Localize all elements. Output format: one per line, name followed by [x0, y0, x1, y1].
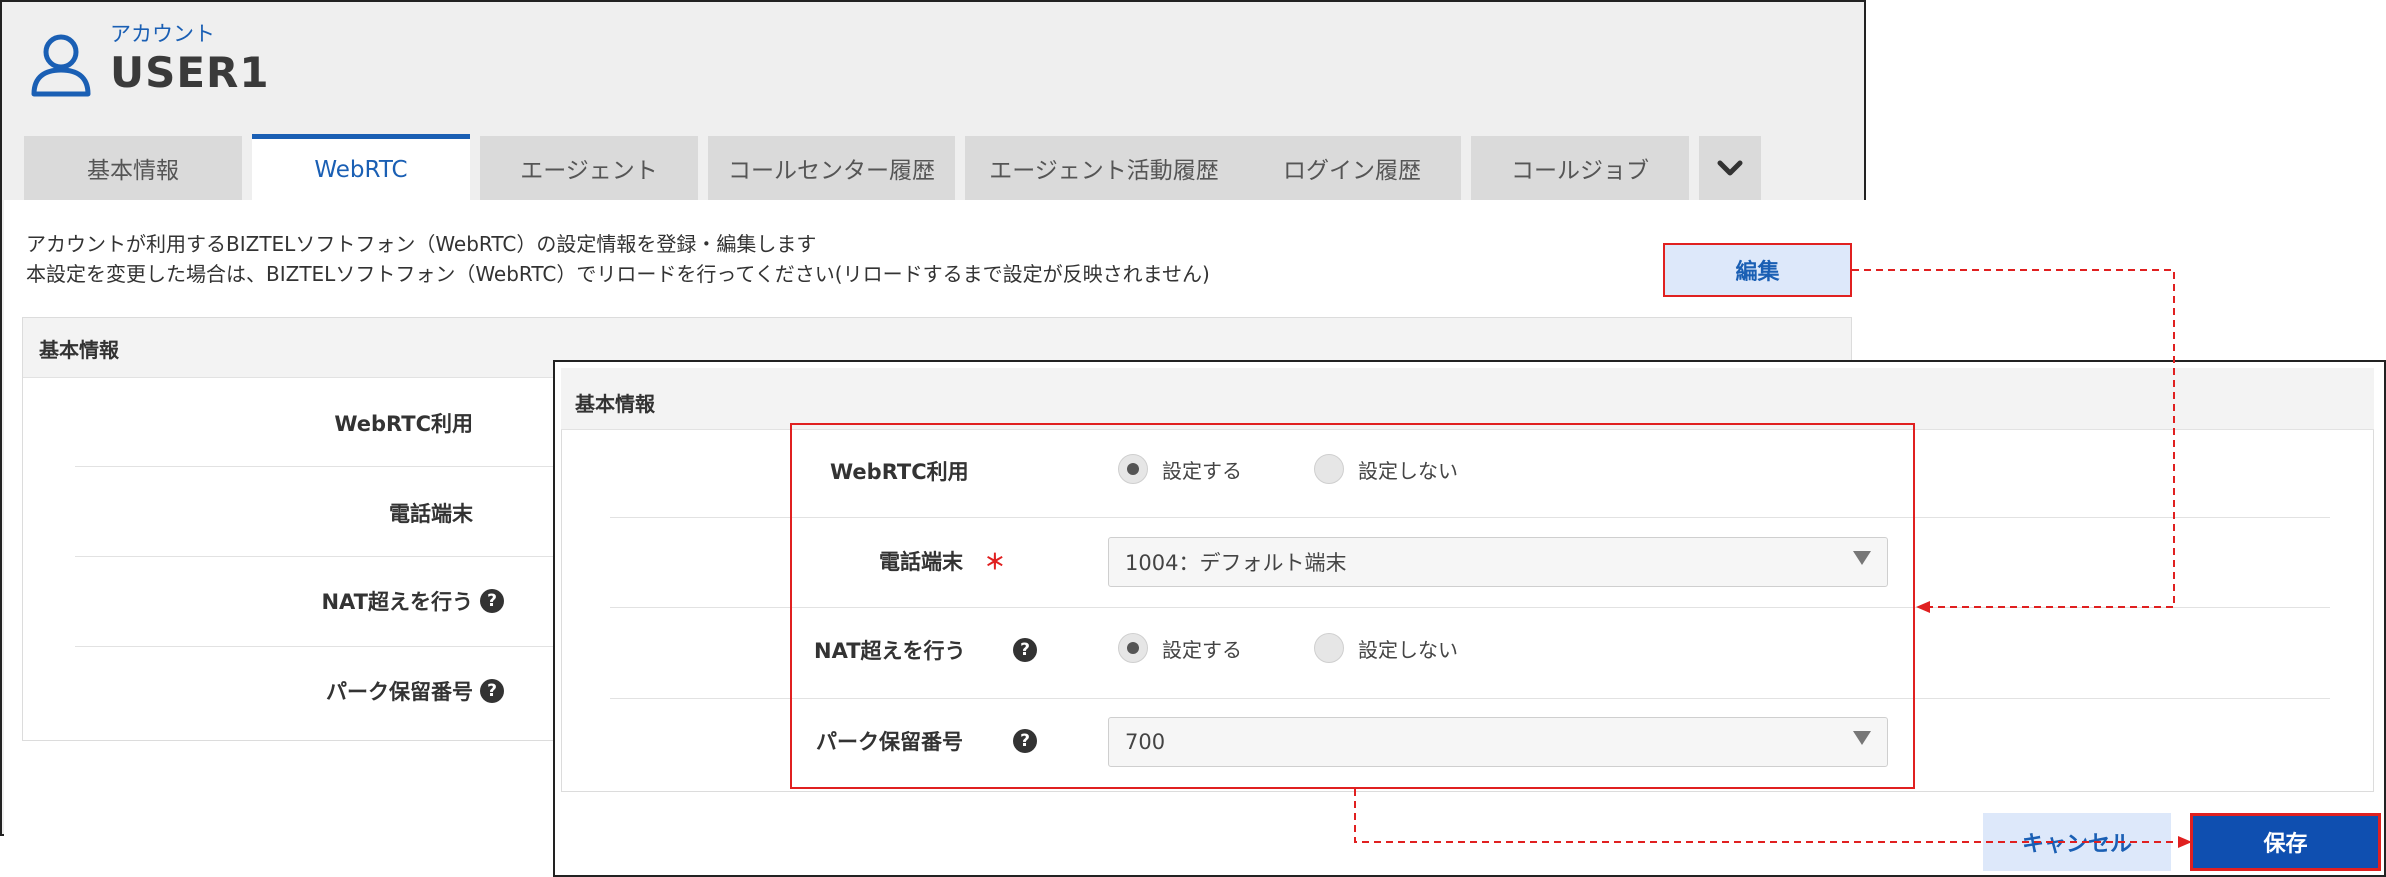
- description-line-1: アカウントが利用するBIZTELソフトフォン（WebRTC）の設定情報を登録・編…: [26, 232, 817, 256]
- edit-button[interactable]: 編集: [1663, 243, 1852, 297]
- tab-webrtc[interactable]: WebRTC: [252, 134, 470, 200]
- edited-fields-highlight: [790, 423, 1915, 789]
- tab-login-history[interactable]: ログイン履歴: [1243, 136, 1461, 200]
- tab-agent-activity-history[interactable]: エージェント活動履歴: [965, 136, 1243, 200]
- chevron-down-icon: [1717, 160, 1743, 176]
- more-tabs-button[interactable]: [1699, 136, 1761, 200]
- park-hold-number-label: パーク保留番号: [326, 680, 473, 704]
- panel-header: 基本情報: [561, 368, 2374, 430]
- save-button[interactable]: 保存: [2190, 813, 2381, 871]
- help-icon[interactable]: ?: [480, 589, 504, 613]
- user-icon: [31, 34, 91, 97]
- account-label: アカウント: [110, 22, 215, 46]
- tab-call-job[interactable]: コールジョブ: [1471, 136, 1689, 200]
- help-icon[interactable]: ?: [480, 679, 504, 703]
- phone-device-label: 電話端末: [389, 502, 473, 526]
- account-name: USER1: [110, 48, 270, 97]
- tab-basic-info[interactable]: 基本情報: [24, 136, 242, 200]
- description-line-2: 本設定を変更した場合は、BIZTELソフトフォン（WebRTC）でリロードを行っ…: [26, 262, 1210, 286]
- cancel-button[interactable]: キャンセル: [1983, 813, 2171, 871]
- nat-traversal-label: NAT超えを行う: [321, 590, 473, 614]
- webrtc-use-label: WebRTC利用: [334, 412, 473, 436]
- tab-agent[interactable]: エージェント: [480, 136, 698, 200]
- panel-title: 基本情報: [39, 338, 119, 362]
- tab-call-center-history[interactable]: コールセンター履歴: [708, 136, 955, 200]
- panel-title: 基本情報: [575, 392, 655, 416]
